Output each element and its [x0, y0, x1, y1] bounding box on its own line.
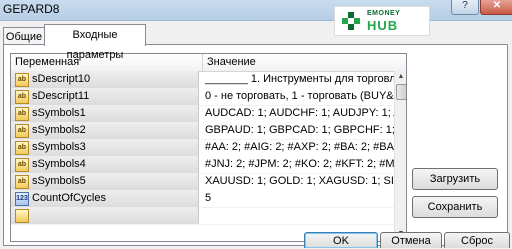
row-name-cell — [11, 207, 199, 224]
row-name-cell: ab sSymbols2 — [11, 122, 199, 139]
row-value[interactable]: 0 - не торговать, 1 - торговать (BUY&SE.… — [203, 88, 395, 105]
row-name: CountOfCycles — [32, 192, 106, 204]
cancel-button[interactable]: Отмена — [380, 232, 442, 248]
row-name-cell: ab sSymbols5 — [11, 173, 199, 190]
parameters-grid: Переменная Значение ab sDescript10 _____… — [10, 53, 407, 242]
table-row[interactable] — [11, 207, 394, 225]
string-type-icon: ab — [15, 90, 29, 104]
row-value[interactable]: #AA: 2; #AIG: 2; #AXP: 2; #BA: 2; #BAC: … — [203, 139, 395, 156]
string-type-icon: ab — [15, 107, 29, 121]
load-button[interactable]: Загрузить — [412, 168, 498, 190]
row-value[interactable] — [203, 207, 395, 224]
table-row[interactable]: ab sSymbols4 #JNJ: 2; #JPM: 2; #KO: 2; #… — [11, 156, 395, 174]
string-type-icon: ab — [15, 141, 29, 155]
table-row[interactable]: ab sDescript11 0 - не торговать, 1 - тор… — [11, 88, 395, 106]
tab-input-parameters[interactable]: Входные параметры — [44, 24, 146, 61]
table-row[interactable]: ab sSymbols2 GBPAUD: 1; GBPCAD: 1; GBPCH… — [11, 122, 395, 140]
row-name-cell: ab sDescript11 — [11, 88, 199, 105]
emoney-hub-logo: EMONEY HUB — [334, 6, 430, 36]
help-button[interactable]: ? — [451, 0, 479, 15]
table-row[interactable]: ab sSymbols1 AUDCAD: 1; AUDCHF: 1; AUDJP… — [11, 105, 395, 123]
column-header-value[interactable]: Значение — [203, 54, 397, 71]
row-value[interactable]: #JNJ: 2; #JPM: 2; #KO: 2; #KFT: 2; #MC..… — [203, 156, 395, 173]
string-type-icon: ab — [15, 124, 29, 138]
vertical-scrollbar[interactable]: ▲ ▼ — [394, 71, 406, 241]
row-value[interactable]: AUDCAD: 1; AUDCHF: 1; AUDJPY: 1; AU... — [203, 105, 395, 122]
table-row[interactable]: ab sSymbols3 #AA: 2; #AIG: 2; #AXP: 2; #… — [11, 139, 395, 157]
row-value[interactable]: XAUUSD: 1; GOLD: 1; XAGUSD: 1; SILV... — [203, 173, 395, 190]
close-button[interactable]: ✕ — [480, 0, 512, 15]
row-name: sDescript11 — [32, 90, 90, 102]
scrollbar-thumb[interactable] — [396, 84, 406, 100]
logo-mark-icon — [342, 12, 360, 30]
table-row[interactable]: 123 CountOfCycles 5 — [11, 190, 394, 208]
row-value[interactable]: _______ 1. Инструменты для торговли ... — [203, 71, 395, 88]
reset-button[interactable]: Сброс — [444, 232, 510, 248]
row-name: sDescript10 — [32, 73, 91, 85]
title-bar: GEPARD8 ? ✕ — [0, 0, 512, 21]
string-type-icon: ab — [15, 73, 29, 87]
ok-button[interactable]: OK — [304, 232, 378, 248]
row-value[interactable]: 5 — [203, 190, 395, 207]
row-name: sSymbols5 — [32, 175, 86, 187]
table-row[interactable]: ab sDescript10 _______ 1. Инструменты дл… — [11, 71, 395, 89]
string-type-icon: ab — [15, 175, 29, 189]
row-name: sSymbols3 — [32, 141, 86, 153]
row-name-cell: ab sSymbols1 — [11, 105, 199, 122]
window-title: GEPARD8 — [3, 2, 60, 16]
row-name-cell: ab sSymbols3 — [11, 139, 199, 156]
save-button[interactable]: Сохранить — [412, 196, 498, 218]
string-type-icon: ab — [15, 158, 29, 172]
row-value[interactable]: GBPAUD: 1; GBPCAD: 1; GBPCHF: 1; GB... — [203, 122, 395, 139]
string-type-icon — [15, 209, 29, 223]
row-name-cell: ab sDescript10 — [11, 71, 199, 88]
table-row[interactable]: ab sSymbols5 XAUUSD: 1; GOLD: 1; XAGUSD:… — [11, 173, 395, 191]
row-name-cell: 123 CountOfCycles — [11, 190, 199, 207]
row-name: sSymbols4 — [32, 158, 86, 170]
logo-top-text: EMONEY — [367, 10, 401, 17]
row-name: sSymbols1 — [32, 107, 86, 119]
logo-bottom-text: HUB — [367, 18, 399, 33]
scroll-up-arrow-icon[interactable]: ▲ — [395, 71, 406, 83]
integer-type-icon: 123 — [15, 192, 29, 206]
row-name: sSymbols2 — [32, 124, 86, 136]
row-name-cell: ab sSymbols4 — [11, 156, 199, 173]
